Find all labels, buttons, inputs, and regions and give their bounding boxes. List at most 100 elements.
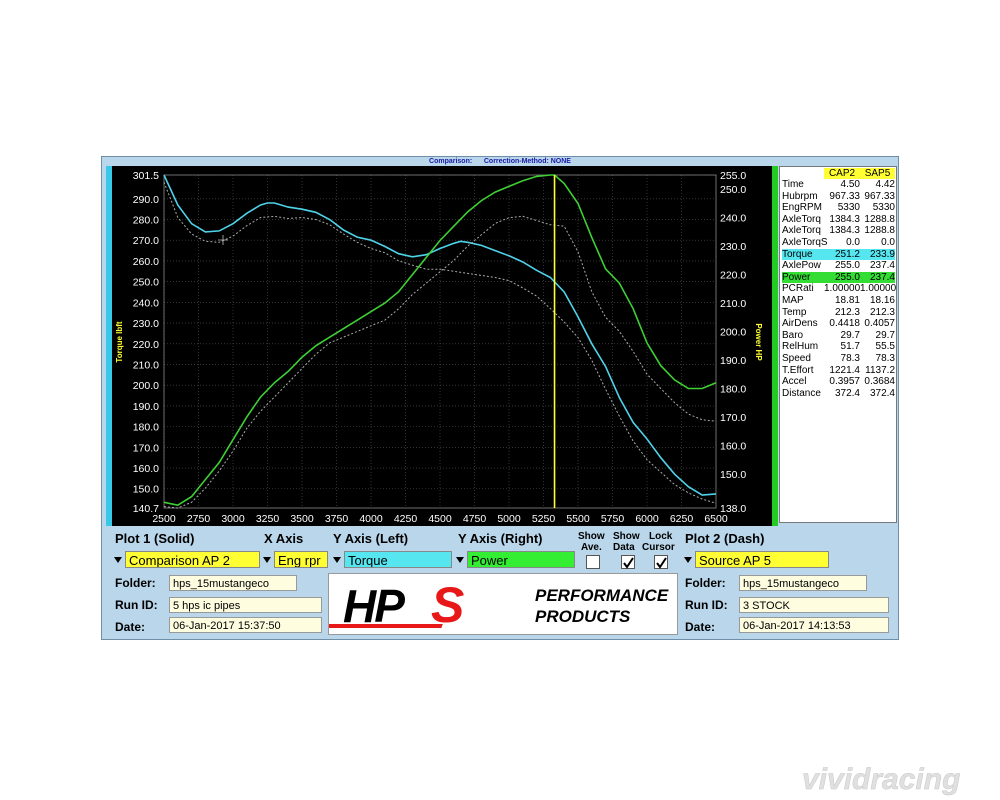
data-panel-value-cap2: 255.0 bbox=[824, 271, 860, 283]
left-folder-label: Folder: bbox=[115, 576, 156, 590]
data-panel-row: Temp 212.3 212.3 bbox=[780, 307, 896, 318]
data-panel-value-sap5: 1288.8 bbox=[864, 225, 895, 237]
plot1-select[interactable]: Comparison AP 2 bbox=[125, 551, 260, 568]
data-panel-row: Torque 251.2 233.9 bbox=[780, 248, 896, 260]
lock-cursor-checkbox[interactable] bbox=[654, 555, 668, 569]
data-panel-value-sap5: 4.42 bbox=[875, 179, 895, 190]
data-panel-value-sap5: 55.5 bbox=[875, 341, 895, 353]
right-date-field: 06-Jan-2017 14:13:53 bbox=[739, 617, 889, 633]
lock-cursor-label: Lock bbox=[649, 531, 673, 542]
y-left-tick-label: 290.0 bbox=[133, 194, 159, 206]
data-panel-value-cap2: 5330 bbox=[837, 202, 860, 214]
yright-arrow-icon[interactable] bbox=[454, 551, 466, 568]
plot2-select[interactable]: Source AP 5 bbox=[695, 551, 829, 568]
y-right-tick-label: 180.0 bbox=[720, 383, 746, 395]
y-right-tick-label: 210.0 bbox=[720, 298, 746, 310]
data-panel-row: AxlePow 255.0 237.4 bbox=[780, 260, 896, 271]
hps-logo: HP S PERFORMANCE PRODUCTS bbox=[321, 573, 678, 635]
y-right-tick-label: 160.0 bbox=[720, 440, 746, 452]
dyno-app-window: Comparison: Correction-Method: NONE 2500… bbox=[101, 156, 899, 640]
xaxis-title: X Axis bbox=[264, 531, 304, 546]
y-left-tick-label: 160.0 bbox=[133, 463, 159, 475]
y-left-tick-label: 260.0 bbox=[133, 256, 159, 268]
check-icon bbox=[623, 557, 634, 569]
x-tick-label: 5000 bbox=[497, 513, 521, 525]
show-ave-label-2: Ave. bbox=[581, 542, 602, 553]
data-panel-row: Baro 29.7 29.7 bbox=[780, 330, 896, 341]
data-panel-value-sap5: 237.4 bbox=[869, 260, 895, 272]
right-folder-field: hps_15mustangeco bbox=[739, 575, 867, 591]
x-tick-label: 6250 bbox=[670, 513, 694, 525]
xaxis-arrow-icon[interactable] bbox=[261, 551, 273, 568]
col1-header: CAP2 bbox=[824, 168, 860, 179]
y-left-tick-label: 220.0 bbox=[133, 339, 159, 351]
data-panel-value-sap5: 29.7 bbox=[875, 329, 895, 341]
data-panel-value-sap5: 212.3 bbox=[869, 306, 895, 318]
y-left-tick-label: 190.0 bbox=[133, 401, 159, 413]
data-panel-row: AxleTorqS 0.0 0.0 bbox=[780, 237, 896, 248]
xaxis-select[interactable]: Eng rpr bbox=[274, 551, 328, 568]
y-right-tick-label: 250.0 bbox=[720, 184, 746, 196]
data-panel-value-cap2: 51.7 bbox=[840, 341, 860, 353]
right-axis-bar bbox=[772, 166, 778, 526]
x-tick-label: 3000 bbox=[221, 513, 245, 525]
dyno-chart[interactable]: 2500 2750 3000 3250 3500 3750 4000 4250 4500 4750… bbox=[102, 157, 778, 527]
x-tick-label: 5500 bbox=[566, 513, 590, 525]
data-panel-row: Hubrpm 967.33 967.33 bbox=[780, 191, 896, 202]
plot1-arrow-icon[interactable] bbox=[112, 551, 124, 568]
data-panel-row: EngRPM 5330 5330 bbox=[780, 202, 896, 213]
plot2-arrow-icon[interactable] bbox=[682, 551, 694, 568]
plot2-title: Plot 2 (Dash) bbox=[685, 531, 765, 546]
check-icon bbox=[656, 557, 667, 569]
show-data-checkbox[interactable] bbox=[621, 555, 635, 569]
data-panel-row: Speed 78.3 78.3 bbox=[780, 353, 896, 364]
x-tick-label: 5750 bbox=[601, 513, 625, 525]
logo-tagline-1: PERFORMANCE bbox=[535, 586, 669, 605]
show-data-label: Show bbox=[613, 531, 640, 542]
plot1-title: Plot 1 (Solid) bbox=[115, 531, 195, 546]
y-right-axis-title: Power HP bbox=[754, 323, 763, 361]
data-panel-value-sap5: 0.4057 bbox=[864, 318, 895, 330]
data-panel-value-cap2: 0.3957 bbox=[829, 376, 860, 388]
data-panel-value-sap5: 237.4 bbox=[860, 271, 895, 283]
y-left-tick-label: 250.0 bbox=[133, 277, 159, 289]
data-panel-value-cap2: 212.3 bbox=[834, 306, 860, 318]
left-runid-field: 5 hps ic pipes bbox=[169, 597, 322, 613]
plot-background bbox=[106, 166, 778, 526]
show-ave-checkbox[interactable] bbox=[586, 555, 600, 569]
data-panel-row: MAP 18.81 18.16 bbox=[780, 295, 896, 306]
lock-cursor-label-2: Cursor bbox=[642, 542, 675, 553]
x-tick-label: 6000 bbox=[635, 513, 659, 525]
data-panel-value-cap2: 1221.4 bbox=[829, 364, 860, 376]
y-right-tick-label: 220.0 bbox=[720, 270, 746, 282]
svg-text:vividracing: vividracing bbox=[802, 763, 960, 796]
data-panel-value-cap2: 18.81 bbox=[834, 295, 860, 306]
data-panel-row: AirDens 0.4418 0.4057 bbox=[780, 318, 896, 329]
y-right-tick-label: 200.0 bbox=[720, 327, 746, 339]
data-panel-row: Accel 0.3957 0.3684 bbox=[780, 376, 896, 387]
y-left-tick-label: 210.0 bbox=[133, 359, 159, 371]
yleft-select[interactable]: Torque bbox=[344, 551, 452, 568]
y-right-tick-label: 170.0 bbox=[720, 412, 746, 424]
data-panel-row: Time 4.50 4.42 bbox=[780, 179, 896, 190]
x-tick-label: 2750 bbox=[187, 513, 211, 525]
yright-title: Y Axis (Right) bbox=[458, 531, 543, 546]
yleft-arrow-icon[interactable] bbox=[331, 551, 343, 568]
data-panel-value-sap5: 1288.8 bbox=[864, 213, 895, 225]
data-panel-value-sap5: 0.0 bbox=[881, 237, 895, 248]
right-date-label: Date: bbox=[685, 620, 716, 634]
data-panel-value-cap2: 1.00000 bbox=[824, 283, 861, 295]
y-left-tick-label: 280.0 bbox=[133, 215, 159, 227]
show-data-label-2: Data bbox=[613, 542, 635, 553]
data-panel-row: Power 255.0 237.4 bbox=[780, 271, 896, 283]
data-panel-value-sap5: 1137.2 bbox=[865, 364, 895, 376]
y-right-tick-label: 255.0 bbox=[720, 170, 746, 182]
yright-select[interactable]: Power bbox=[467, 551, 575, 568]
logo-tagline-2: PRODUCTS bbox=[535, 607, 631, 626]
data-panel-row: T.Effort 1221.4 1137.2 bbox=[780, 365, 896, 376]
x-tick-label: 4750 bbox=[463, 513, 487, 525]
data-panel-row: AxleTorq 1384.3 1288.8 bbox=[780, 225, 896, 236]
data-panel-value-sap5: 233.9 bbox=[860, 248, 895, 260]
x-tick-label: 3750 bbox=[325, 513, 349, 525]
y-left-tick-label: 150.0 bbox=[133, 484, 159, 496]
